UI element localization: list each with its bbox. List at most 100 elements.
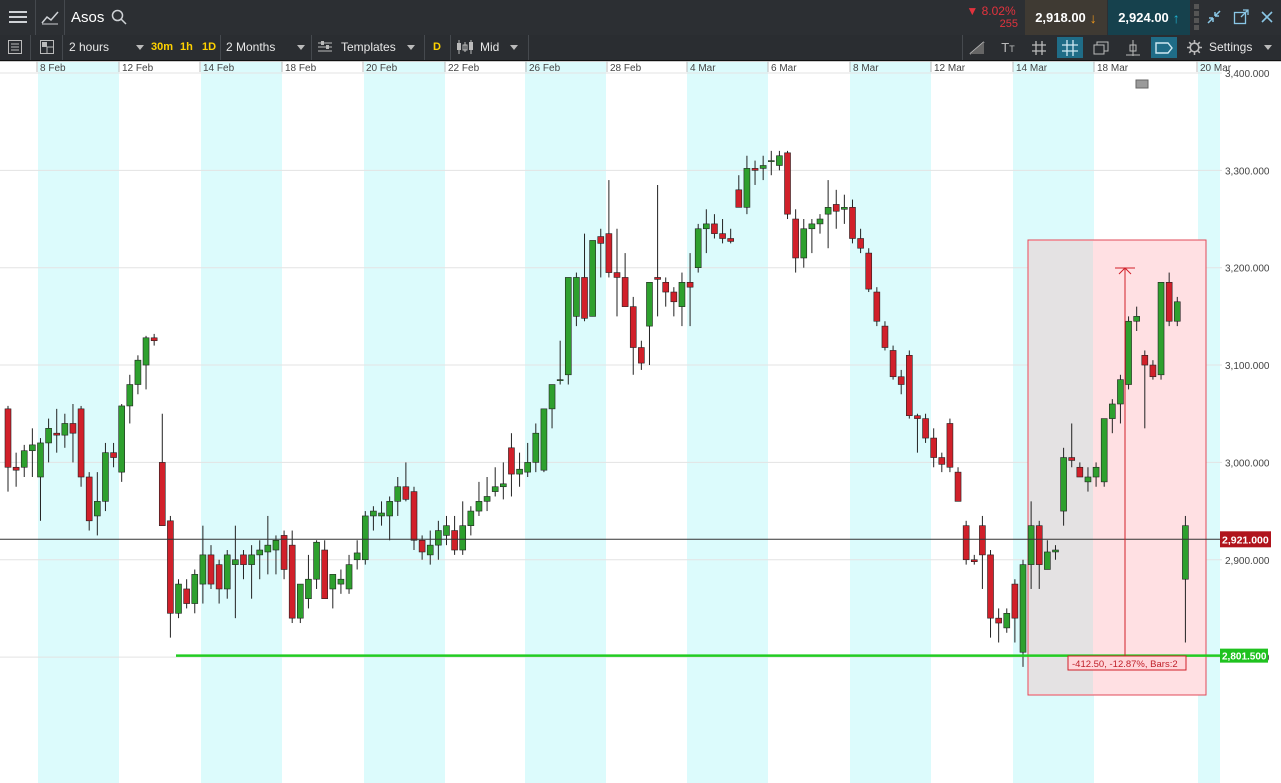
layers-icon[interactable] — [1090, 38, 1112, 57]
candle-body — [767, 160, 775, 162]
chevron-down-icon[interactable] — [297, 45, 305, 50]
candle — [142, 335, 150, 390]
measure-label: -412.50, -12.87%, Bars:2 — [1072, 659, 1178, 670]
period-select[interactable]: 2 Months — [226, 40, 275, 54]
change-points: 255 — [999, 18, 1018, 30]
candle — [629, 296, 637, 375]
divider — [424, 35, 425, 60]
price-chart[interactable]: 8 Feb 12 Feb 14 Feb 18 Feb 20 Feb 22 Feb 26 Fe… — [0, 61, 1281, 783]
candle-body — [800, 228, 808, 259]
gear-icon[interactable] — [1184, 38, 1204, 57]
candle — [491, 467, 499, 497]
candle-body — [345, 564, 353, 590]
templates-icon[interactable] — [316, 39, 334, 55]
candle-body — [248, 554, 255, 565]
candle-body — [646, 282, 653, 327]
templates-menu[interactable]: Templates — [341, 40, 396, 54]
layout-icon[interactable] — [38, 38, 56, 56]
x-tick-label: 26 Feb — [529, 63, 561, 74]
support-label: 2,801.500 — [1222, 652, 1267, 663]
candle-body — [629, 306, 637, 348]
candle — [906, 350, 913, 419]
candle-body — [410, 491, 418, 541]
close-icon[interactable] — [1258, 8, 1276, 26]
candle-body — [865, 252, 873, 290]
candle-body — [256, 549, 264, 556]
candle-body — [897, 376, 905, 385]
candle — [662, 277, 670, 307]
indicator-icon[interactable] — [1122, 38, 1144, 57]
chevron-down-icon[interactable] — [510, 45, 518, 50]
candle — [841, 194, 848, 224]
list-icon[interactable] — [6, 38, 24, 56]
sell-arrow-icon: ↓ — [1089, 9, 1097, 26]
menu-icon[interactable] — [6, 6, 30, 28]
candle — [126, 374, 134, 424]
candles-icon[interactable] — [455, 39, 475, 55]
candle-body — [288, 544, 296, 619]
x-tick-label: 22 Feb — [448, 63, 480, 74]
x-tick-label: 14 Feb — [203, 63, 235, 74]
session-band — [525, 61, 606, 783]
buy-button[interactable]: 2,924.00 ↑ — [1108, 0, 1190, 35]
candle — [654, 184, 661, 317]
interval-30m[interactable]: 30m — [151, 41, 173, 53]
sell-button[interactable]: 2,918.00 ↓ — [1025, 0, 1107, 35]
candle-body — [207, 554, 215, 585]
candle-body — [386, 501, 393, 517]
candle-body — [329, 574, 337, 590]
candle — [297, 583, 304, 624]
search-icon[interactable] — [110, 8, 128, 26]
candle — [995, 608, 1002, 643]
candle-body — [1035, 525, 1043, 565]
candle — [962, 520, 970, 565]
candle — [670, 287, 678, 317]
chevron-down-icon[interactable] — [1264, 45, 1272, 50]
candle-body — [167, 520, 174, 614]
chevron-down-icon[interactable] — [407, 45, 415, 50]
popout-icon[interactable] — [1232, 8, 1250, 26]
candle-body — [995, 617, 1002, 624]
candle — [987, 550, 994, 638]
crosshair-grid-icon[interactable] — [1057, 37, 1083, 58]
candle-body — [183, 588, 190, 604]
candle-body — [426, 544, 434, 556]
candle-body — [508, 447, 515, 475]
candle-body — [938, 457, 946, 465]
interval-1d[interactable]: 1D — [202, 41, 216, 53]
candle — [475, 481, 483, 516]
candle-body — [223, 554, 231, 590]
instrument-name[interactable]: Asos — [71, 9, 104, 26]
candle — [784, 150, 791, 220]
x-tick-label: 28 Feb — [610, 63, 642, 74]
candle-body — [94, 501, 101, 517]
draw-line-icon[interactable] — [966, 38, 988, 57]
candle — [564, 277, 572, 385]
interval-select[interactable]: 2 hours — [69, 40, 109, 54]
candle — [175, 579, 182, 619]
chevron-down-icon[interactable] — [136, 45, 144, 50]
collapse-icon[interactable] — [1205, 8, 1223, 26]
candle-body — [776, 155, 783, 166]
candle — [12, 452, 20, 487]
candle-body — [703, 223, 710, 230]
price-ladder-icon[interactable] — [1192, 3, 1202, 32]
candle — [150, 333, 158, 346]
settings-menu[interactable]: Settings — [1209, 40, 1252, 54]
candle-body — [597, 236, 605, 244]
chart-type-icon[interactable] — [38, 6, 62, 28]
candle-body — [1157, 282, 1165, 376]
d-badge[interactable]: D — [433, 41, 441, 53]
tag-icon[interactable] — [1151, 37, 1177, 58]
grid-icon[interactable] — [1028, 38, 1050, 57]
candle-body — [1100, 418, 1108, 483]
candle — [832, 189, 840, 229]
candle-body — [589, 240, 596, 317]
y-tick-label: 3,000.000 — [1225, 458, 1270, 469]
candle-body — [1109, 403, 1116, 419]
interval-1h[interactable]: 1h — [180, 41, 193, 53]
text-tool-icon[interactable]: TT — [996, 38, 1020, 57]
candle-body — [483, 496, 491, 502]
candle-body — [232, 559, 239, 565]
price-type-select[interactable]: Mid — [480, 40, 499, 54]
